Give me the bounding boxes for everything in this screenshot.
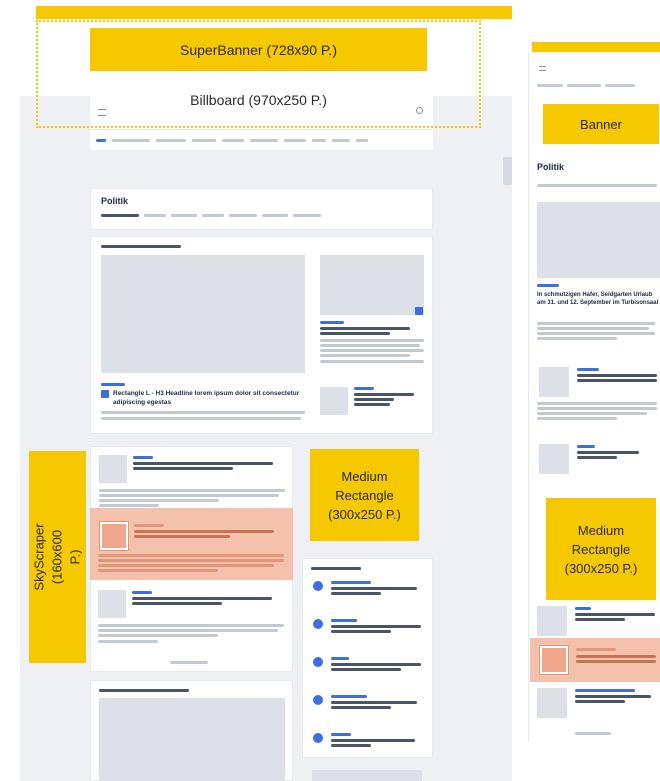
nav-item[interactable] (222, 138, 244, 142)
highlighted-article-thumb (100, 522, 128, 550)
skyscraper-ad: SkyScraper (160x600 P.) (29, 451, 86, 663)
mobile-highlighted-thumb (540, 646, 568, 674)
side-image-placeholder (320, 255, 424, 315)
nav-item[interactable] (356, 138, 368, 142)
mobile-section-title: Politik (537, 162, 565, 172)
section-card-bottom (90, 680, 293, 781)
lead-image-placeholder (101, 255, 305, 373)
medium-rectangle-desktop: Medium Rectangle (300x250 P.) (310, 449, 419, 541)
lead-headline[interactable]: Rectangle L - H3 Headline lorem ipsum do… (113, 389, 313, 407)
highlighted-article[interactable] (90, 508, 293, 580)
top-articles-card (302, 558, 433, 758)
nav-item[interactable] (112, 138, 150, 142)
mobile-menu-icon[interactable] (539, 66, 546, 71)
nav-item[interactable] (192, 138, 216, 142)
section-header-card: Politik (90, 188, 433, 230)
skyscraper-label: SkyScraper (160x600 P.) (31, 523, 83, 591)
desktop-nav (90, 130, 433, 150)
medium-rectangle-mobile-label: Medium Rectangle (300x250 P.) (564, 522, 638, 576)
superbanner-label: SuperBanner (728x90 P.) (180, 41, 337, 58)
nav-item[interactable] (156, 138, 186, 142)
top-ad-strip (36, 6, 512, 19)
mobile-highlighted-article[interactable] (530, 638, 660, 682)
nav-item[interactable] (332, 138, 350, 142)
nav-item[interactable] (284, 138, 306, 142)
banner-label: Banner (580, 116, 622, 132)
section-title: Politik (101, 196, 129, 206)
nav-item[interactable] (250, 138, 278, 142)
nav-item[interactable] (312, 138, 326, 142)
nav-item-active[interactable] (96, 138, 106, 142)
mobile-headline[interactable]: In schmutzigen Hafer, Seidgarten Urlaub … (537, 291, 660, 307)
more-link[interactable] (170, 661, 208, 664)
bottom-right-placeholder (312, 770, 422, 781)
medium-rectangle-desktop-label: Medium Rectangle (300x250 P.) (328, 468, 401, 522)
billboard-label: Billboard (970x250 P.) (190, 92, 327, 108)
mobile-lead-image (537, 202, 660, 278)
medium-rectangle-mobile: Medium Rectangle (300x250 P.) (546, 498, 656, 600)
article-badge-icon (101, 390, 109, 398)
banner-ad: Banner (543, 104, 659, 144)
top-stories-card: Rectangle L - H3 Headline lorem ipsum do… (90, 236, 433, 434)
desktop-scrollbar[interactable] (503, 157, 512, 185)
superbanner-ad: SuperBanner (728x90 P.) (90, 28, 427, 71)
